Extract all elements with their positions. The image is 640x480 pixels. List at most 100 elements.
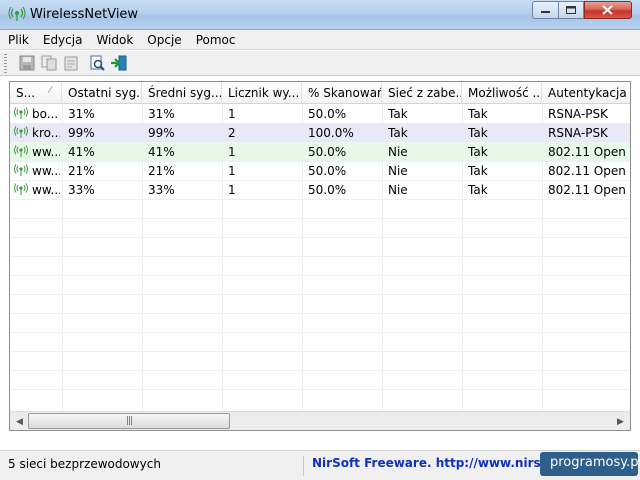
network-count: 5 sieci bezprzewodowych <box>8 456 304 476</box>
properties-icon[interactable] <box>62 54 80 72</box>
cell-detection-count: 1 <box>228 164 236 178</box>
cell-last-signal: 21% <box>68 164 95 178</box>
table-row[interactable]: bo... 31% 31% 1 50.0% Tak Tak RSNA-PSK <box>10 104 630 123</box>
chevron-right-icon: ▶ <box>617 416 624 427</box>
column-header-authentication[interactable]: Autentykacja <box>542 82 630 104</box>
window-title: WirelessNetView <box>30 7 139 22</box>
wireless-signal-icon <box>14 126 28 138</box>
copy-icon[interactable] <box>40 54 58 72</box>
column-label: S... <box>16 86 36 100</box>
cell-scan-percent: 50.0% <box>308 183 347 197</box>
grid-line <box>10 218 630 219</box>
scroll-left-button[interactable]: ◀ <box>11 413 28 430</box>
cell-avg-signal: 41% <box>148 145 175 159</box>
scrollbar-thumb[interactable]: ||| <box>28 413 230 429</box>
menu-options[interactable]: Opcje <box>139 30 187 49</box>
scroll-right-button[interactable]: ▶ <box>612 413 629 430</box>
menu-edit[interactable]: Edycja <box>35 30 89 49</box>
table-row[interactable]: ww... 41% 41% 1 50.0% Nie Tak 802.11 Ope… <box>10 142 630 161</box>
menu-file[interactable]: Plik <box>0 30 35 49</box>
column-header-ssid[interactable]: S... ⁄ <box>10 82 62 104</box>
menu-help[interactable]: Pomoc <box>188 30 242 49</box>
cell-security: Tak <box>388 107 408 121</box>
exit-icon[interactable] <box>110 54 128 72</box>
cell-avg-signal: 21% <box>148 164 175 178</box>
cell-security: Nie <box>388 183 408 197</box>
grid-line <box>10 237 630 238</box>
close-icon <box>602 5 613 15</box>
cell-connectable: Tak <box>468 145 488 159</box>
watermark: programosy.pl <box>540 452 640 476</box>
wireless-signal-icon <box>14 145 28 157</box>
cell-avg-signal: 31% <box>148 107 175 121</box>
cell-ssid: kro... <box>32 126 60 140</box>
list-header: S... ⁄ Ostatni syg... Średni syg... Licz… <box>10 82 630 104</box>
cell-scan-percent: 50.0% <box>308 145 347 159</box>
wireless-signal-icon <box>14 107 28 119</box>
cell-security: Nie <box>388 164 408 178</box>
title-bar[interactable]: WirelessNetView <box>0 0 640 30</box>
cell-connectable: Tak <box>468 107 488 121</box>
cell-connectable: Tak <box>468 164 488 178</box>
table-row[interactable]: ww... 33% 33% 1 50.0% Nie Tak 802.11 Ope… <box>10 180 630 199</box>
cell-authentication: RSNA-PSK <box>548 107 608 121</box>
cell-detection-count: 2 <box>228 126 236 140</box>
menu-bar: Plik Edycja Widok Opcje Pomoc <box>0 30 640 50</box>
table-row[interactable]: kro... 99% 99% 2 100.0% Tak Tak RSNA-PSK <box>10 123 630 142</box>
cell-ssid: bo... <box>32 107 59 121</box>
grid-line <box>10 275 630 276</box>
cell-security: Nie <box>388 145 408 159</box>
cell-last-signal: 99% <box>68 126 95 140</box>
grid-line <box>10 332 630 333</box>
close-button[interactable] <box>584 1 632 19</box>
grid-line <box>10 294 630 295</box>
cell-ssid: ww... <box>32 164 60 178</box>
maximize-icon <box>565 5 576 14</box>
minimize-button[interactable] <box>532 1 558 19</box>
cell-avg-signal: 33% <box>148 183 175 197</box>
wireless-signal-icon <box>14 183 28 195</box>
grid-line <box>10 199 630 200</box>
cell-connectable: Tak <box>468 183 488 197</box>
grid-line <box>10 313 630 314</box>
cell-detection-count: 1 <box>228 107 236 121</box>
grid-line <box>10 370 630 371</box>
cell-last-signal: 41% <box>68 145 95 159</box>
save-icon[interactable] <box>18 54 36 72</box>
grid-line <box>10 389 630 390</box>
cell-avg-signal: 99% <box>148 126 175 140</box>
cell-authentication: 802.11 Open <box>548 145 626 159</box>
cell-authentication: 802.11 Open <box>548 164 626 178</box>
wireless-signal-icon <box>14 164 28 176</box>
cell-ssid: ww... <box>32 145 60 159</box>
column-header-last-signal[interactable]: Ostatni syg... <box>62 82 142 104</box>
minimize-icon <box>540 11 550 13</box>
menu-view[interactable]: Widok <box>88 30 139 49</box>
grid-line <box>10 256 630 257</box>
refresh-icon[interactable] <box>88 54 106 72</box>
column-header-security[interactable]: Sieć z zabe... <box>382 82 462 104</box>
grip-icon: ||| <box>125 416 133 426</box>
toolbar <box>0 51 640 76</box>
table-row[interactable]: ww... 21% 21% 1 50.0% Nie Tak 802.11 Ope… <box>10 161 630 180</box>
horizontal-scrollbar[interactable]: ◀ ||| ▶ <box>10 411 630 430</box>
cell-ssid: ww... <box>32 183 60 197</box>
column-header-scan-percent[interactable]: % Skanowań <box>302 82 382 104</box>
cell-last-signal: 31% <box>68 107 95 121</box>
cell-scan-percent: 50.0% <box>308 164 347 178</box>
cell-authentication: RSNA-PSK <box>548 126 608 140</box>
column-header-connectable[interactable]: Możliwość ... <box>462 82 542 104</box>
cell-security: Tak <box>388 126 408 140</box>
toolbar-grip[interactable] <box>4 54 7 73</box>
cell-connectable: Tak <box>468 126 488 140</box>
cell-detection-count: 1 <box>228 183 236 197</box>
networks-list[interactable]: S... ⁄ Ostatni syg... Średni syg... Licz… <box>9 81 631 431</box>
column-header-avg-signal[interactable]: Średni syg... <box>142 82 222 104</box>
column-header-detection-count[interactable]: Licznik wy... <box>222 82 302 104</box>
sort-icon: ⁄ <box>49 85 51 96</box>
cell-scan-percent: 100.0% <box>308 126 354 140</box>
cell-last-signal: 33% <box>68 183 95 197</box>
maximize-button[interactable] <box>558 1 584 19</box>
cell-scan-percent: 50.0% <box>308 107 347 121</box>
cell-authentication: 802.11 Open <box>548 183 626 197</box>
